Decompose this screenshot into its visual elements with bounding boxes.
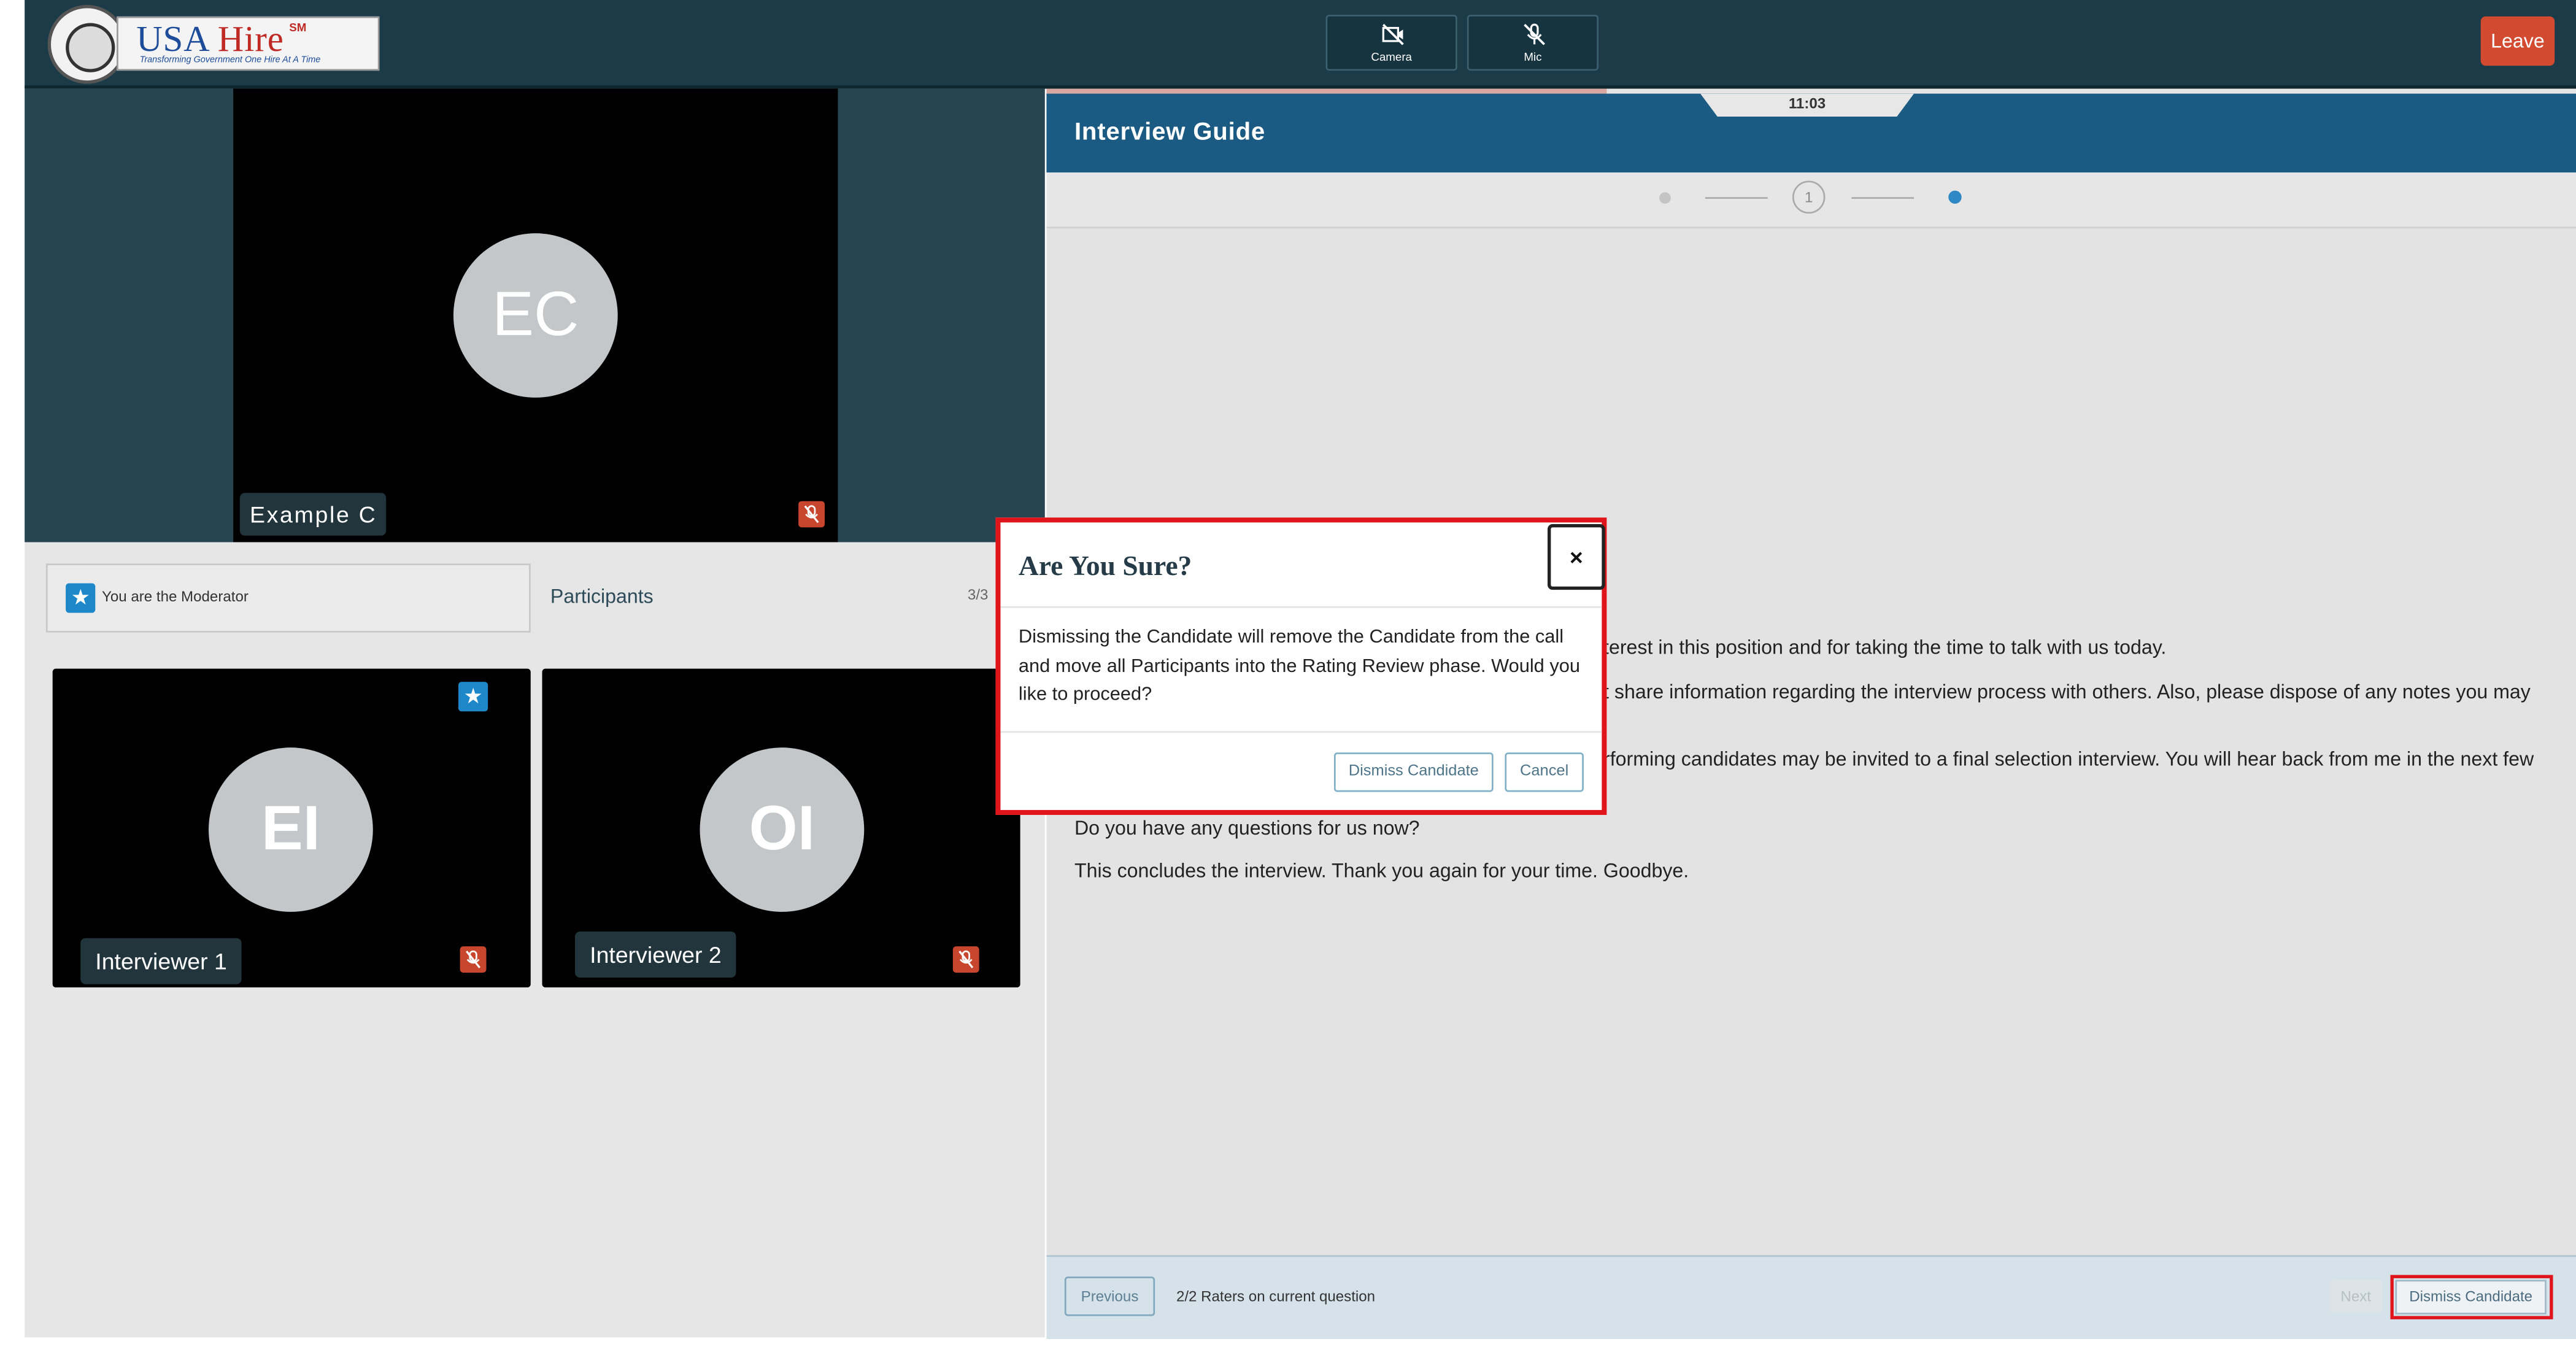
muted-mic-icon — [460, 946, 487, 973]
mic-label: Mic — [1524, 52, 1542, 64]
muted-mic-icon — [798, 501, 825, 528]
guide-header: Interview Guide 11:03 — [1046, 93, 2576, 173]
avatar: EI — [209, 747, 373, 912]
dialog-title: Are You Sure? — [1018, 550, 1192, 582]
logo-hire-text: Hire — [217, 18, 284, 60]
participants-title: Participants — [550, 585, 654, 608]
timer-progress-remaining — [1606, 88, 2576, 94]
raters-status: 2/2 Raters on current question — [1176, 1288, 1376, 1305]
dialog-message: Dismissing the Candidate will remove the… — [1018, 627, 1581, 705]
logo-title: USA Hire — [136, 18, 283, 61]
logo-wordmark: USA Hire SM Transforming Government One … — [117, 16, 380, 71]
mic-button[interactable]: Mic — [1467, 15, 1599, 71]
timer-progress-elapsed — [1046, 88, 1607, 94]
step-current[interactable]: 1 — [1792, 180, 1826, 214]
step-dot-previous[interactable] — [1659, 192, 1671, 204]
moderator-star-icon: ★ — [458, 682, 488, 712]
guide-line: terest in this position and for taking t… — [1603, 636, 2167, 659]
participant-name: Interviewer 2 — [575, 932, 736, 978]
step-line — [1705, 197, 1768, 199]
guide-title: Interview Guide — [1074, 118, 1266, 147]
avatar: EC — [453, 233, 618, 398]
dialog-cancel-button[interactable]: Cancel — [1505, 752, 1584, 792]
step-dot-next[interactable] — [1948, 190, 1962, 204]
guide-footer: Previous 2/2 Raters on current question … — [1046, 1255, 2576, 1339]
guide-line: t share information regarding the interv… — [1603, 680, 2531, 703]
video-pane: EC Example C ★ You are the Moderator Par… — [25, 88, 1045, 1338]
guide-line: This concludes the interview. Thank you … — [1074, 859, 1689, 882]
guide-line: Do you have any questions for us now? — [1074, 816, 1420, 840]
timer: 11:03 — [1700, 93, 1915, 117]
divider — [1000, 731, 1602, 733]
participant-name: Interviewer 1 — [80, 938, 242, 984]
participants-count: 3/3 — [967, 586, 989, 603]
top-bar: USA Hire SM Transforming Government One … — [25, 0, 2576, 89]
timer-text: 11:03 — [1788, 95, 1826, 112]
logo-sm-mark: SM — [289, 23, 307, 35]
usa-hire-logo: USA Hire SM Transforming Government One … — [47, 5, 380, 84]
leave-button[interactable]: Leave — [2480, 16, 2555, 66]
camera-off-icon — [1382, 23, 1404, 45]
divider — [1000, 606, 1602, 608]
star-icon: ★ — [66, 583, 96, 613]
avatar: OI — [700, 747, 865, 912]
seal-icon — [47, 5, 127, 84]
muted-mic-icon — [952, 946, 979, 973]
step-line — [1851, 197, 1915, 199]
camera-label: Camera — [1371, 52, 1413, 64]
previous-button[interactable]: Previous — [1064, 1276, 1155, 1316]
stage: USA Hire SM Transforming Government One … — [0, 0, 2576, 1347]
main-video-feed: EC — [233, 88, 838, 542]
logo-tagline: Transforming Government One Hire At A Ti… — [139, 56, 321, 66]
confirm-dialog: Are You Sure? × Dismissing the Candidate… — [995, 517, 1607, 815]
camera-button[interactable]: Camera — [1325, 15, 1457, 71]
close-button[interactable]: × — [1548, 524, 1605, 590]
participant-tile-interviewer-2[interactable]: OI Interviewer 2 — [542, 668, 1020, 988]
mic-off-icon — [1524, 23, 1545, 45]
logo-usa-text: USA — [136, 18, 209, 60]
guide-line: rforming candidates may be invited to a … — [1603, 747, 2534, 771]
moderator-indicator: ★ You are the Moderator — [45, 563, 531, 633]
highlight-outline — [2390, 1275, 2553, 1319]
question-stepper: 1 — [1046, 172, 2576, 229]
moderator-text: You are the Moderator — [101, 588, 249, 605]
participant-tile-interviewer-1[interactable]: ★ EI Interviewer 1 — [52, 668, 531, 988]
main-participant-name: Example C — [239, 493, 387, 536]
next-button[interactable]: Next — [2329, 1279, 2383, 1313]
dialog-dismiss-candidate-button[interactable]: Dismiss Candidate — [1333, 752, 1494, 792]
main-video: EC Example C — [25, 88, 1045, 542]
